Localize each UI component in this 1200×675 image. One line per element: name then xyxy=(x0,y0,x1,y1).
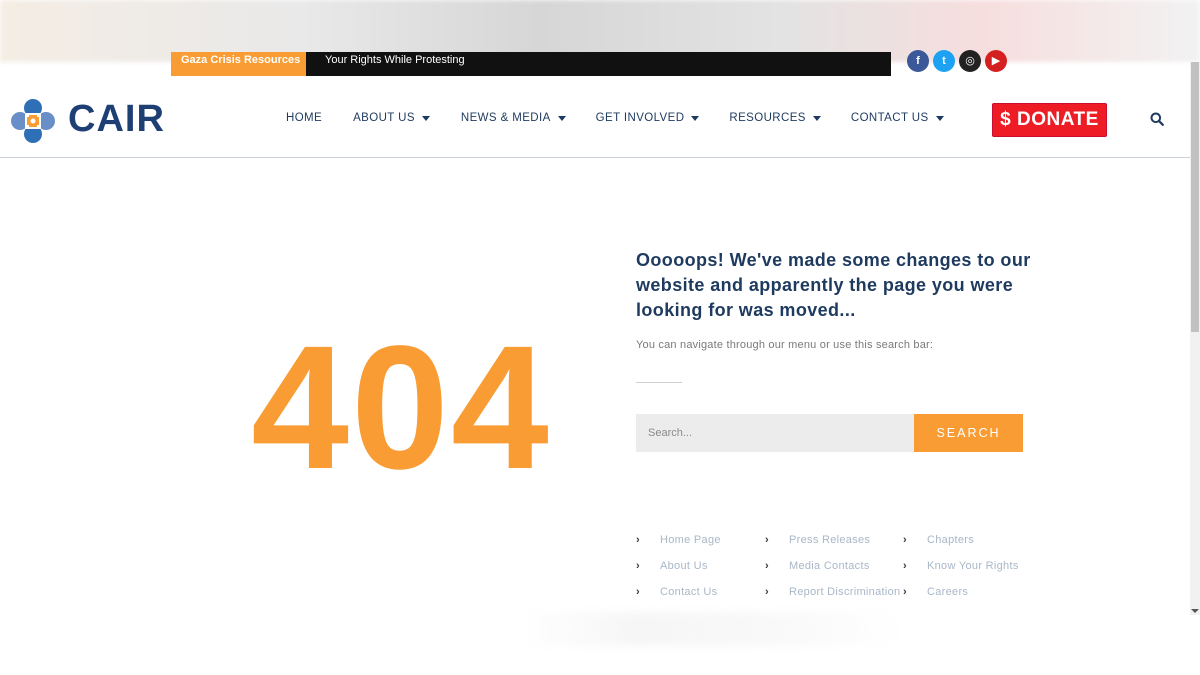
error-code: 404 xyxy=(251,310,551,506)
ticker-label[interactable]: Gaza Crisis Resources xyxy=(171,52,306,76)
faded-footer-blur xyxy=(520,612,900,646)
chevron-down-icon xyxy=(557,115,566,121)
scroll-down-arrow-icon[interactable] xyxy=(1191,609,1199,613)
search-input[interactable] xyxy=(636,414,914,452)
link-home-page[interactable]: › Home Page xyxy=(636,527,721,553)
ticker-text[interactable]: Your Rights While Protesting xyxy=(325,54,465,66)
chevron-down-icon xyxy=(935,115,944,121)
quick-links: › Home Page › About Us › Contact Us › Press … xyxy=(636,527,1056,607)
twitter-icon[interactable]: t xyxy=(933,50,955,72)
main-nav: HOME ABOUT US NEWS & MEDIA GET INVOLVED … xyxy=(286,112,944,124)
link-label: Report Discrimination xyxy=(789,586,901,598)
link-report-discrimination[interactable]: › Report Discrimination xyxy=(765,579,900,605)
link-label: Chapters xyxy=(927,534,975,546)
site-header: CAIR HOME ABOUT US NEWS & MEDIA GET INVO… xyxy=(0,76,1190,158)
link-contact-us[interactable]: › Contact Us xyxy=(636,579,721,605)
link-label: About Us xyxy=(660,560,708,572)
nav-get-involved[interactable]: GET INVOLVED xyxy=(596,112,700,124)
chevron-right-icon: › xyxy=(765,586,769,598)
links-column-3: › Chapters › Know Your Rights › Careers xyxy=(903,527,1019,605)
link-know-your-rights[interactable]: › Know Your Rights xyxy=(903,553,1019,579)
nav-resources[interactable]: RESOURCES xyxy=(729,112,821,124)
youtube-icon[interactable]: ▶ xyxy=(985,50,1007,72)
scrollbar-thumb[interactable] xyxy=(1191,62,1199,332)
nav-resources-label: RESOURCES xyxy=(729,112,806,124)
chevron-right-icon: › xyxy=(903,560,907,572)
divider xyxy=(636,382,682,383)
social-links: f t ◎ ▶ xyxy=(907,50,1007,72)
nav-news-media[interactable]: NEWS & MEDIA xyxy=(461,112,566,124)
logo-text[interactable]: CAIR xyxy=(68,98,165,141)
search-button[interactable]: SEARCH xyxy=(914,414,1023,452)
chevron-right-icon: › xyxy=(636,534,640,546)
nav-home-label: HOME xyxy=(286,112,323,124)
nav-about-us-label: ABOUT US xyxy=(353,112,415,124)
chevron-down-icon xyxy=(691,115,700,121)
link-label: Careers xyxy=(927,586,969,598)
chevron-right-icon: › xyxy=(903,534,907,546)
link-chapters[interactable]: › Chapters xyxy=(903,527,1019,553)
link-label: Contact Us xyxy=(660,586,718,598)
donate-button[interactable]: $ DONATE xyxy=(992,103,1107,137)
cair-logo-icon[interactable] xyxy=(8,96,58,146)
page-scrollbar[interactable] xyxy=(1190,62,1200,615)
error-heading: Ooooops! We've made some changes to our … xyxy=(636,250,1031,320)
nav-get-involved-label: GET INVOLVED xyxy=(595,112,685,124)
link-label: Media Contacts xyxy=(789,560,870,572)
nav-news-media-label: NEWS & MEDIA xyxy=(460,112,551,124)
link-label: Know Your Rights xyxy=(927,560,1019,572)
link-careers[interactable]: › Careers xyxy=(903,579,1019,605)
search-icon[interactable] xyxy=(1150,112,1164,126)
chevron-down-icon xyxy=(812,115,821,121)
error-subtext: You can navigate through our menu or use… xyxy=(636,339,934,351)
links-column-2: › Press Releases › Media Contacts › Report … xyxy=(765,527,900,605)
link-label: Press Releases xyxy=(789,534,871,546)
chevron-right-icon: › xyxy=(765,534,769,546)
chevron-right-icon: › xyxy=(903,586,907,598)
facebook-icon[interactable]: f xyxy=(907,50,929,72)
nav-contact-us-label: CONTACT US xyxy=(850,112,929,124)
nav-home[interactable]: HOME xyxy=(286,112,322,124)
nav-contact-us[interactable]: CONTACT US xyxy=(851,112,944,124)
chevron-right-icon: › xyxy=(636,560,640,572)
instagram-icon[interactable]: ◎ xyxy=(959,50,981,72)
chevron-right-icon: › xyxy=(636,586,640,598)
link-media-contacts[interactable]: › Media Contacts xyxy=(765,553,900,579)
chevron-down-icon xyxy=(421,115,430,121)
link-press-releases[interactable]: › Press Releases xyxy=(765,527,900,553)
chevron-right-icon: › xyxy=(765,560,769,572)
link-label: Home Page xyxy=(660,534,721,546)
nav-about-us[interactable]: ABOUT US xyxy=(353,112,430,124)
links-column-1: › Home Page › About Us › Contact Us xyxy=(636,527,721,605)
news-ticker: Gaza Crisis Resources Your Rights While … xyxy=(171,52,891,76)
link-about-us[interactable]: › About Us xyxy=(636,553,721,579)
